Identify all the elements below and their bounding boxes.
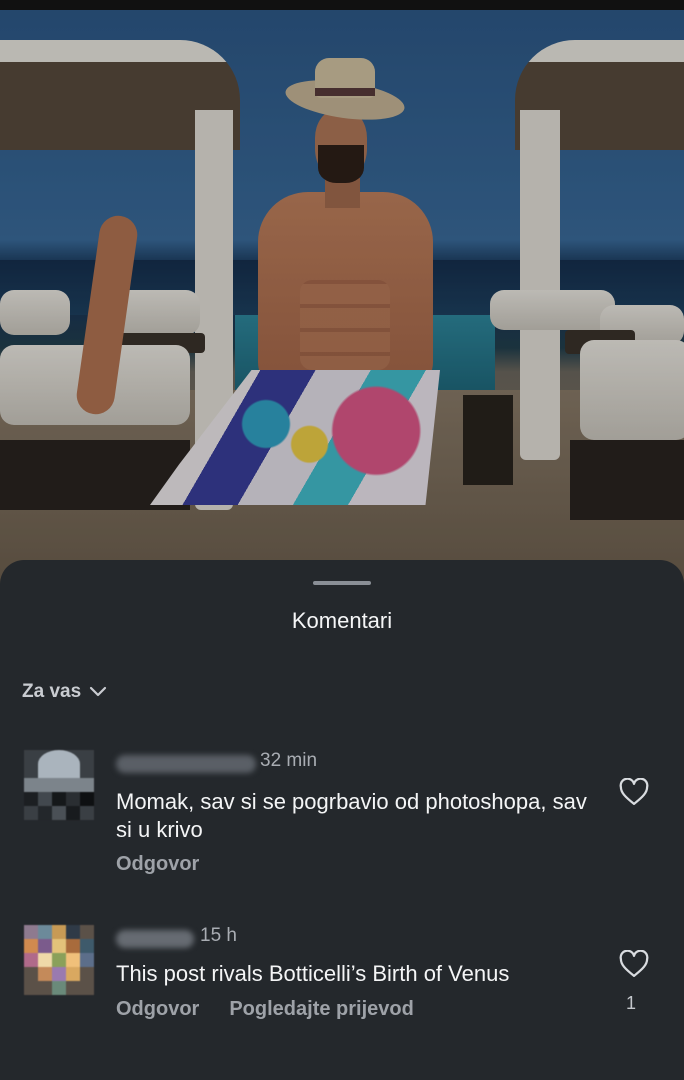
comment-filter-dropdown[interactable]: Za vas bbox=[22, 681, 107, 703]
avatar[interactable] bbox=[24, 925, 94, 995]
drag-handle[interactable] bbox=[313, 581, 371, 585]
avatar[interactable] bbox=[24, 750, 94, 820]
username-blurred[interactable] bbox=[116, 930, 194, 948]
chevron-down-icon bbox=[90, 686, 107, 697]
status-bar bbox=[0, 0, 684, 10]
comment-actions: Odgovor Pogledajte prijevod bbox=[116, 998, 414, 1021]
comment-time: 15 h bbox=[200, 925, 237, 946]
comment-time: 32 min bbox=[260, 750, 318, 771]
comment-actions: Odgovor bbox=[116, 853, 199, 876]
comment-text: Momak, sav si se pogrbavio od photoshopa… bbox=[116, 789, 587, 842]
username-blurred[interactable] bbox=[116, 755, 256, 773]
reply-button[interactable]: Odgovor bbox=[116, 853, 199, 876]
comment-text: This post rivals Botticelli’s Birth of V… bbox=[116, 961, 510, 986]
photo-dim-overlay bbox=[0, 0, 684, 600]
reply-button[interactable]: Odgovor bbox=[116, 998, 199, 1021]
heart-icon[interactable] bbox=[619, 778, 649, 806]
like-count: 1 bbox=[626, 993, 637, 1013]
post-photo[interactable] bbox=[0, 0, 684, 600]
heart-icon[interactable] bbox=[619, 950, 649, 978]
see-translation-button[interactable]: Pogledajte prijevod bbox=[229, 998, 413, 1021]
comments-sheet: Komentari Za vas 32 min Momak, sav si se… bbox=[0, 560, 684, 1080]
sheet-title: Komentari bbox=[291, 608, 393, 633]
filter-label: Za vas bbox=[22, 681, 82, 702]
